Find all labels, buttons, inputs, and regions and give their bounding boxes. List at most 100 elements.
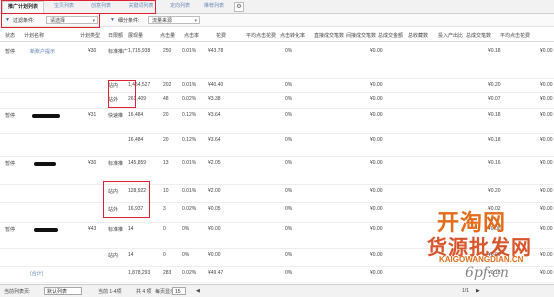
row-conv-rate: 0% xyxy=(285,206,293,212)
row-conv-rate: 0% xyxy=(285,252,293,258)
row-amount: ¥0.00 xyxy=(370,206,383,212)
row-amount: ¥0.00 xyxy=(370,48,383,54)
watermark-url: KAIGOWANGDIAN.CN xyxy=(439,255,524,264)
row-budget: ¥30 xyxy=(88,160,97,166)
tab-recommend-list[interactable]: 推荐列表 xyxy=(198,1,230,12)
watermark-domain: 6pf.cn xyxy=(465,265,509,281)
prev-page-icon[interactable]: ◀ xyxy=(196,288,200,294)
row-clicks: 20 xyxy=(163,112,169,118)
row-amount: ¥0.00 xyxy=(370,252,383,258)
table-row[interactable]: 暂停 标准推 ¥30 145,859 13 0.01% ¥2.05 0% ¥0.00 ¥0.16 ¥… xyxy=(0,156,554,185)
segment-select[interactable]: 流量来源 ▾ xyxy=(148,16,200,24)
row-status: 暂停 xyxy=(5,49,16,55)
tab-targeting-list[interactable]: 定向列表 xyxy=(164,1,196,12)
row-clicks: 3 xyxy=(163,206,166,212)
col-total-fav[interactable]: 总收藏数 xyxy=(408,32,428,39)
col-ctr[interactable]: 点击率 xyxy=(184,32,199,39)
row-cost: ¥2.05 xyxy=(208,160,221,166)
row-avg-cpc: ¥0.16 xyxy=(488,160,501,166)
pagination-bar: 当前列表页: 默认列表 当前 1-4项 共 4 项 每页显示 15 ◀ 1/1 … xyxy=(0,284,554,297)
row-ctr: 0% xyxy=(182,252,190,258)
col-name[interactable]: 计划名称 xyxy=(24,32,44,39)
row-cost: ¥43.78 xyxy=(208,48,224,54)
col-clicks[interactable]: 点击量 xyxy=(160,32,175,39)
row-amount: ¥0.00 xyxy=(370,270,383,276)
row-clicks: 0 xyxy=(163,226,166,232)
row-ctr: 0.01% xyxy=(182,48,197,54)
row-avg-cpc: ¥0.18 xyxy=(488,112,501,118)
col-impressions[interactable]: 展现量 xyxy=(128,32,143,39)
col-conv-rate[interactable]: 点击转化率 xyxy=(280,32,305,39)
row-clicks: 250 xyxy=(163,48,172,54)
highlight-filter xyxy=(1,13,100,28)
page-info: 1/1 xyxy=(462,288,469,294)
row-avg-cpc: ¥0.07 xyxy=(488,96,501,102)
col-status[interactable]: 状态 xyxy=(5,32,15,39)
next-page-icon[interactable]: ▶ xyxy=(476,288,480,294)
highlight-site-tags-2 xyxy=(103,181,150,218)
row-impressions: 16,484 xyxy=(128,112,144,118)
col-total-amount[interactable]: 总成交金额 xyxy=(378,32,403,39)
col-cpc[interactable]: 平均点击花费 xyxy=(246,32,276,39)
row-conv-rate: 0% xyxy=(285,82,293,88)
table-header: 状态 计划名称 计划类型 日限额 展现量 点击量 点击率 花费 平均点击花费 点… xyxy=(0,29,554,42)
table-row[interactable]: 站外 261,409 48 0.02% ¥3.38 0% ¥0.00 ¥0.07 ¥0.00 xyxy=(0,92,554,109)
row-clicks: 0 xyxy=(163,252,166,258)
row-conv-rate: 0% xyxy=(285,188,293,194)
table-row[interactable]: 站内 128,922 10 0.01% ¥2.00 0% ¥0.00 ¥0.20 ¥0.00 xyxy=(0,184,554,203)
table-row[interactable]: 暂停 新账户提示 标准推广 ¥30 1,715,938 250 0.01% ¥43.78 0% ¥… xyxy=(0,44,554,79)
segment-icon: ▼ xyxy=(110,17,115,23)
col-cost[interactable]: 花费 xyxy=(216,32,226,39)
row-ctr: 0.01% xyxy=(182,82,197,88)
row-cost: ¥3.38 xyxy=(208,96,221,102)
row-conv-rate: 0% xyxy=(285,137,293,143)
row-ctr: 0.12% xyxy=(182,112,197,118)
table-row[interactable]: 站内 1,454,527 202 0.01% ¥40.40 0% ¥0.00 ¥0.20 ¥0.… xyxy=(0,78,554,93)
col-direct-deals[interactable]: 直接成交笔数 xyxy=(314,32,344,39)
row-plan-type: 标准推广 xyxy=(108,49,129,55)
watermark: 开淘网 货源批发网 KAIGOWANGDIAN.CN 6pf.cn xyxy=(425,205,554,285)
col-budget[interactable]: 日限额 xyxy=(108,32,123,39)
row-plan-name: 新账户提示 xyxy=(30,49,56,55)
row-amount: ¥0.00 xyxy=(370,188,383,194)
row-amount: ¥0.00 xyxy=(370,82,383,88)
row-ctr: 0.12% xyxy=(182,137,197,143)
row-clicks: 20 xyxy=(163,137,169,143)
table-row[interactable]: 暂停 快速推 ¥31 16,484 20 0.12% ¥3.64 0% ¥0.00 ¥0.18 ¥0… xyxy=(0,108,554,134)
redacted-name xyxy=(34,162,56,166)
row-plan-type: 站内 xyxy=(108,253,119,259)
row-status: 暂停 xyxy=(5,113,16,119)
row-roi: ¥0.00 xyxy=(540,112,553,118)
range-text: 当前 1-4项 xyxy=(98,289,122,295)
col-roi[interactable]: 投入产出比 xyxy=(438,32,463,39)
row-plan-type: 标准推 xyxy=(108,227,124,233)
col-indirect-deals[interactable]: 间接成交笔数 xyxy=(346,32,376,39)
row-budget: ¥31 xyxy=(88,112,97,118)
row-cost: ¥3.64 xyxy=(208,112,221,118)
row-roi: ¥0.00 xyxy=(540,48,553,54)
segment-label: 细分条件: xyxy=(118,18,140,24)
list-label: 当前列表页: xyxy=(4,289,31,295)
row-ctr: 0.01% xyxy=(182,188,197,194)
list-select-value: 默认列表 xyxy=(47,289,68,295)
row-impressions: 14 xyxy=(128,252,134,258)
row-clicks: 48 xyxy=(163,96,169,102)
col-avg-cpc[interactable]: 平均点击花费 xyxy=(500,32,530,39)
col-total-deals[interactable]: 总成交笔数 xyxy=(466,32,491,39)
row-clicks: 202 xyxy=(163,82,172,88)
per-page-select[interactable]: 15 xyxy=(172,287,186,295)
row-plan-type: 快速推 xyxy=(108,113,124,119)
list-select[interactable]: 默认列表 xyxy=(44,287,82,295)
row-roi: ¥0.00 xyxy=(540,82,553,88)
table-row[interactable]: 16,484 20 0.12% ¥3.64 0% ¥0.00 ¥0.18 ¥0.00 xyxy=(0,133,554,157)
col-type[interactable]: 计划类型 xyxy=(80,32,100,39)
row-ctr: 0% xyxy=(182,226,190,232)
row-cost: ¥0.05 xyxy=(208,206,221,212)
redacted-name xyxy=(32,114,60,118)
gear-icon[interactable]: ⚙ xyxy=(234,2,244,12)
row-conv-rate: 0% xyxy=(285,226,293,232)
highlight-site-tags-1 xyxy=(108,80,136,108)
row-avg-cpc: ¥0.18 xyxy=(488,137,501,143)
row-clicks: 13 xyxy=(163,160,169,166)
row-clicks: 10 xyxy=(163,188,169,194)
